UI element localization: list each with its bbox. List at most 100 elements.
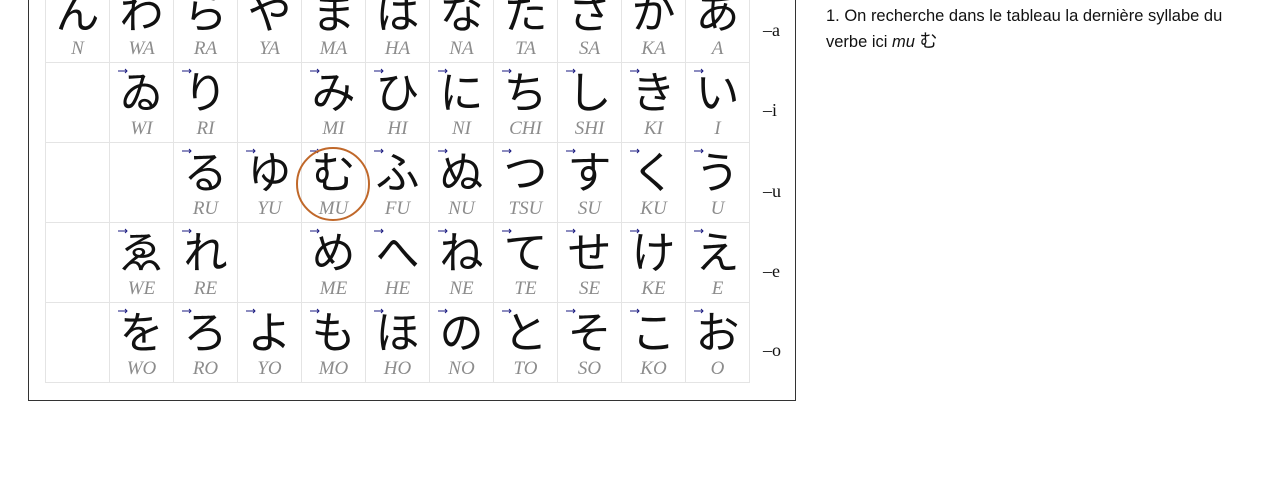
stroke-order-icon bbox=[372, 307, 386, 323]
kana-cell-i: いI bbox=[685, 62, 750, 143]
table-row: ゐ WI り RI み MI ひ HI に NI ち CHI し SHI き KI い I bbox=[45, 62, 750, 143]
kana-cell-e: えE bbox=[685, 222, 750, 303]
kana-character: わ bbox=[119, 0, 164, 39]
romaji-label: YA bbox=[259, 38, 280, 59]
stroke-order-icon bbox=[308, 147, 322, 163]
stroke-order-icon bbox=[436, 0, 450, 3]
stroke-order-icon bbox=[436, 227, 450, 243]
kana-cell-ra: ら RA bbox=[173, 0, 238, 63]
kana-cell-a: あA bbox=[685, 0, 750, 63]
note-kana-mu: む bbox=[919, 31, 938, 52]
kana-cell-se: せ SE bbox=[557, 222, 622, 303]
stroke-order-icon bbox=[436, 147, 450, 163]
kana-cell-mu: む MU bbox=[301, 142, 366, 223]
empty-cell bbox=[237, 62, 302, 143]
kana-cell-yu: ゆ YU bbox=[237, 142, 302, 223]
kana-character: ら bbox=[183, 0, 228, 39]
stroke-order-icon bbox=[372, 67, 386, 83]
romaji-label: MI bbox=[322, 118, 345, 139]
romaji-label: MU bbox=[318, 198, 349, 219]
romaji-label: HO bbox=[383, 358, 412, 379]
kana-cell-chi: ち CHI bbox=[493, 62, 558, 143]
stroke-order-icon bbox=[692, 307, 706, 323]
stroke-order-icon bbox=[180, 307, 194, 323]
romaji-label: FU bbox=[384, 198, 411, 219]
kana-character: ん bbox=[55, 0, 100, 39]
romaji-label: WE bbox=[127, 278, 156, 299]
stroke-order-icon bbox=[116, 307, 130, 323]
kana-cell-ru: る RU bbox=[173, 142, 238, 223]
stroke-order-icon bbox=[692, 67, 706, 83]
stroke-order-icon bbox=[180, 227, 194, 243]
stroke-order-icon bbox=[244, 147, 258, 163]
stroke-order-icon bbox=[500, 67, 514, 83]
kana-cell-n: んN bbox=[45, 0, 110, 63]
table-row: る RU ゆ YU む MU ふ FU ぬ NU つ TSU す SU く KU う U bbox=[45, 142, 750, 223]
romaji-label: KO bbox=[640, 358, 667, 379]
kana-cell-hi: ひ HI bbox=[365, 62, 430, 143]
romaji-label: SHI bbox=[574, 118, 605, 139]
kana-cell-ku: く KU bbox=[621, 142, 686, 223]
kana-cell-ta: た TA bbox=[493, 0, 558, 63]
stroke-order-icon bbox=[52, 0, 66, 3]
stroke-order-icon bbox=[180, 0, 194, 3]
kana-cell-nu: ぬ NU bbox=[429, 142, 494, 223]
romaji-label: O bbox=[710, 358, 725, 379]
empty-cell bbox=[237, 222, 302, 303]
hiragana-table-frame: ん N わ WA ら RA や YA ま MA は HA な NA た TA さ SA か KA あ A ゐ WI り RI み MI… bbox=[28, 0, 796, 401]
stroke-order-icon bbox=[180, 67, 194, 83]
romaji-label: RE bbox=[193, 278, 218, 299]
table-row: ゑ WE れ RE め ME へ HE ね NE て TE せ SE け KE え E bbox=[45, 222, 750, 303]
kana-cell-ho: ほ HO bbox=[365, 302, 430, 383]
romaji-label: RA bbox=[193, 38, 218, 59]
stroke-order-icon bbox=[628, 307, 642, 323]
stroke-order-icon bbox=[628, 227, 642, 243]
stroke-order-icon bbox=[692, 227, 706, 243]
kana-cell-wi: ゐ WI bbox=[109, 62, 174, 143]
romaji-label: HE bbox=[384, 278, 411, 299]
stroke-order-icon bbox=[116, 0, 130, 3]
stroke-order-icon bbox=[372, 147, 386, 163]
stroke-order-icon bbox=[564, 67, 578, 83]
empty-cell bbox=[45, 142, 110, 223]
stroke-order-icon bbox=[308, 0, 322, 3]
stroke-order-icon bbox=[692, 0, 706, 3]
stroke-order-icon bbox=[436, 67, 450, 83]
stroke-order-icon bbox=[244, 0, 258, 3]
vowel-row-label: –i bbox=[763, 100, 778, 120]
vowel-row-label: –a bbox=[763, 20, 780, 40]
romaji-label: NE bbox=[449, 278, 474, 299]
romaji-label: RU bbox=[192, 198, 219, 219]
romaji-label: RO bbox=[192, 358, 219, 379]
romaji-label: U bbox=[710, 198, 725, 219]
romaji-label: N bbox=[71, 38, 84, 59]
romaji-label: TE bbox=[514, 278, 537, 299]
stroke-order-icon bbox=[308, 307, 322, 323]
hiragana-table: ん N わ WA ら RA や YA ま MA は HA な NA た TA さ SA か KA あ A ゐ WI り RI み MI… bbox=[45, 0, 750, 383]
romaji-label: MA bbox=[319, 38, 348, 59]
romaji-label: TO bbox=[513, 358, 538, 379]
kana-cell-u: うU bbox=[685, 142, 750, 223]
stroke-order-icon bbox=[116, 227, 130, 243]
kana-cell-ni: に NI bbox=[429, 62, 494, 143]
kana-cell-tsu: つ TSU bbox=[493, 142, 558, 223]
kana-cell-fu: ふ FU bbox=[365, 142, 430, 223]
stroke-order-icon bbox=[116, 67, 130, 83]
romaji-label: YU bbox=[257, 198, 282, 219]
vowel-row-label: –e bbox=[763, 261, 780, 281]
kana-cell-he: へ HE bbox=[365, 222, 430, 303]
stroke-order-icon bbox=[564, 227, 578, 243]
romaji-label: TSU bbox=[508, 198, 543, 219]
kana-cell-yo: よ YO bbox=[237, 302, 302, 383]
kana-cell-sa: さ SA bbox=[557, 0, 622, 63]
kana-cell-no: の NO bbox=[429, 302, 494, 383]
stroke-order-icon bbox=[500, 307, 514, 323]
romaji-label: SE bbox=[578, 278, 601, 299]
kana-character: な bbox=[439, 0, 484, 39]
romaji-label: HA bbox=[384, 38, 411, 59]
kana-cell-ko: こ KO bbox=[621, 302, 686, 383]
kana-cell-ro: ろ RO bbox=[173, 302, 238, 383]
empty-cell bbox=[109, 142, 174, 223]
table-row: ん N わ WA ら RA や YA ま MA は HA な NA た TA さ SA か KA あ A bbox=[45, 0, 750, 63]
empty-cell bbox=[45, 62, 110, 143]
